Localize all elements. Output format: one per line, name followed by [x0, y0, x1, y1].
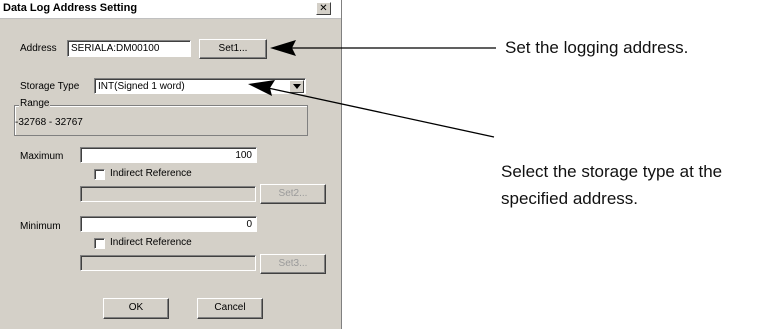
address-callout-text: Set the logging address. — [505, 38, 689, 57]
storage-callout-text: Select the storage type at the specified… — [501, 162, 723, 208]
